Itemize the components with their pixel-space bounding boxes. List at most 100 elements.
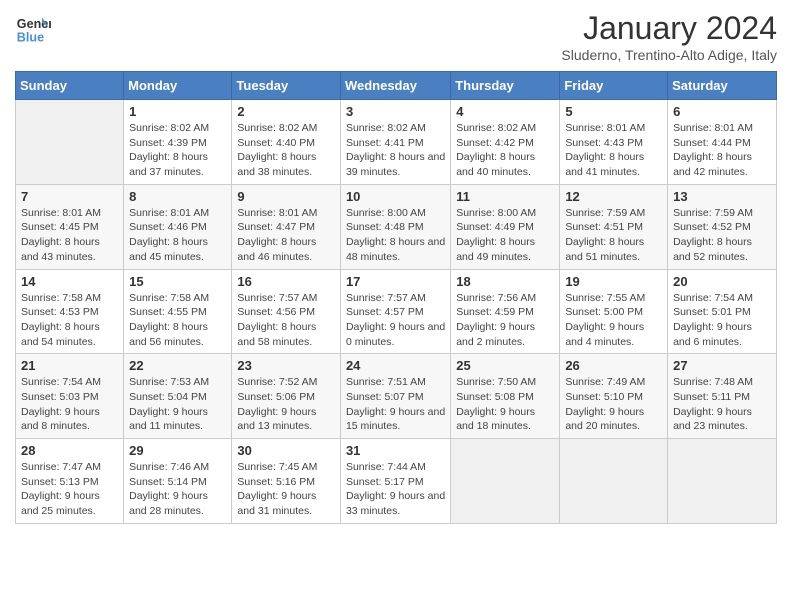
calendar-cell: 2 Sunrise: 8:02 AM Sunset: 4:40 PM Dayli… — [232, 100, 341, 185]
sunrise-text: Sunrise: 7:44 AM — [346, 461, 426, 473]
calendar-cell: 1 Sunrise: 8:02 AM Sunset: 4:39 PM Dayli… — [124, 100, 232, 185]
sunset-text: Sunset: 4:53 PM — [21, 306, 99, 318]
calendar-week-row: 14 Sunrise: 7:58 AM Sunset: 4:53 PM Dayl… — [16, 269, 777, 354]
day-number: 23 — [237, 358, 335, 373]
sunrise-text: Sunrise: 7:55 AM — [565, 292, 645, 304]
day-number: 27 — [673, 358, 771, 373]
daylight-text: Daylight: 8 hours and 58 minutes. — [237, 321, 316, 348]
day-info: Sunrise: 7:50 AM Sunset: 5:08 PM Dayligh… — [456, 375, 554, 434]
day-info: Sunrise: 7:54 AM Sunset: 5:01 PM Dayligh… — [673, 291, 771, 350]
weekday-header: Tuesday — [232, 72, 341, 100]
calendar-week-row: 1 Sunrise: 8:02 AM Sunset: 4:39 PM Dayli… — [16, 100, 777, 185]
sunrise-text: Sunrise: 7:57 AM — [346, 292, 426, 304]
day-info: Sunrise: 8:01 AM Sunset: 4:44 PM Dayligh… — [673, 121, 771, 180]
daylight-text: Daylight: 9 hours and 20 minutes. — [565, 406, 644, 433]
sunrise-text: Sunrise: 7:58 AM — [21, 292, 101, 304]
sunset-text: Sunset: 4:39 PM — [129, 137, 207, 149]
sunrise-text: Sunrise: 8:02 AM — [456, 122, 536, 134]
sunrise-text: Sunrise: 7:51 AM — [346, 376, 426, 388]
calendar-cell — [560, 439, 668, 524]
sunrise-text: Sunrise: 7:54 AM — [673, 292, 753, 304]
day-info: Sunrise: 8:02 AM Sunset: 4:40 PM Dayligh… — [237, 121, 335, 180]
sunrise-text: Sunrise: 7:53 AM — [129, 376, 209, 388]
sunset-text: Sunset: 4:59 PM — [456, 306, 534, 318]
sunrise-text: Sunrise: 8:01 AM — [237, 207, 317, 219]
calendar-cell: 31 Sunrise: 7:44 AM Sunset: 5:17 PM Dayl… — [340, 439, 450, 524]
calendar-cell — [16, 100, 124, 185]
sunrise-text: Sunrise: 7:57 AM — [237, 292, 317, 304]
sunset-text: Sunset: 5:03 PM — [21, 391, 99, 403]
calendar-cell: 10 Sunrise: 8:00 AM Sunset: 4:48 PM Dayl… — [340, 184, 450, 269]
calendar-cell: 5 Sunrise: 8:01 AM Sunset: 4:43 PM Dayli… — [560, 100, 668, 185]
sunrise-text: Sunrise: 7:46 AM — [129, 461, 209, 473]
day-number: 29 — [129, 443, 226, 458]
calendar-cell: 16 Sunrise: 7:57 AM Sunset: 4:56 PM Dayl… — [232, 269, 341, 354]
sunset-text: Sunset: 5:07 PM — [346, 391, 424, 403]
sunrise-text: Sunrise: 8:01 AM — [565, 122, 645, 134]
daylight-text: Daylight: 8 hours and 56 minutes. — [129, 321, 208, 348]
daylight-text: Daylight: 8 hours and 49 minutes. — [456, 236, 535, 263]
day-number: 3 — [346, 104, 445, 119]
daylight-text: Daylight: 9 hours and 23 minutes. — [673, 406, 752, 433]
day-number: 25 — [456, 358, 554, 373]
day-info: Sunrise: 8:01 AM Sunset: 4:47 PM Dayligh… — [237, 206, 335, 265]
calendar-cell: 19 Sunrise: 7:55 AM Sunset: 5:00 PM Dayl… — [560, 269, 668, 354]
sunrise-text: Sunrise: 7:47 AM — [21, 461, 101, 473]
logo-icon: General Blue — [15, 10, 51, 46]
logo: General Blue — [15, 10, 51, 46]
day-info: Sunrise: 8:00 AM Sunset: 4:49 PM Dayligh… — [456, 206, 554, 265]
sunrise-text: Sunrise: 8:00 AM — [346, 207, 426, 219]
month-title: January 2024 — [561, 10, 777, 47]
day-number: 28 — [21, 443, 118, 458]
sunrise-text: Sunrise: 7:49 AM — [565, 376, 645, 388]
weekday-header: Thursday — [451, 72, 560, 100]
day-number: 20 — [673, 274, 771, 289]
sunset-text: Sunset: 4:47 PM — [237, 221, 315, 233]
calendar-cell: 11 Sunrise: 8:00 AM Sunset: 4:49 PM Dayl… — [451, 184, 560, 269]
sunset-text: Sunset: 4:43 PM — [565, 137, 643, 149]
day-info: Sunrise: 7:57 AM Sunset: 4:57 PM Dayligh… — [346, 291, 445, 350]
calendar-cell: 28 Sunrise: 7:47 AM Sunset: 5:13 PM Dayl… — [16, 439, 124, 524]
calendar-cell: 20 Sunrise: 7:54 AM Sunset: 5:01 PM Dayl… — [668, 269, 777, 354]
day-info: Sunrise: 8:01 AM Sunset: 4:46 PM Dayligh… — [129, 206, 226, 265]
calendar-cell: 17 Sunrise: 7:57 AM Sunset: 4:57 PM Dayl… — [340, 269, 450, 354]
calendar-cell: 21 Sunrise: 7:54 AM Sunset: 5:03 PM Dayl… — [16, 354, 124, 439]
calendar-week-row: 21 Sunrise: 7:54 AM Sunset: 5:03 PM Dayl… — [16, 354, 777, 439]
sunset-text: Sunset: 4:56 PM — [237, 306, 315, 318]
sunset-text: Sunset: 4:49 PM — [456, 221, 534, 233]
calendar-cell: 27 Sunrise: 7:48 AM Sunset: 5:11 PM Dayl… — [668, 354, 777, 439]
sunrise-text: Sunrise: 7:48 AM — [673, 376, 753, 388]
daylight-text: Daylight: 9 hours and 4 minutes. — [565, 321, 644, 348]
day-info: Sunrise: 8:02 AM Sunset: 4:39 PM Dayligh… — [129, 121, 226, 180]
sunset-text: Sunset: 5:04 PM — [129, 391, 207, 403]
daylight-text: Daylight: 9 hours and 28 minutes. — [129, 490, 208, 517]
calendar-cell: 3 Sunrise: 8:02 AM Sunset: 4:41 PM Dayli… — [340, 100, 450, 185]
calendar-cell: 26 Sunrise: 7:49 AM Sunset: 5:10 PM Dayl… — [560, 354, 668, 439]
day-info: Sunrise: 7:51 AM Sunset: 5:07 PM Dayligh… — [346, 375, 445, 434]
sunset-text: Sunset: 4:46 PM — [129, 221, 207, 233]
calendar-cell — [668, 439, 777, 524]
calendar-cell: 6 Sunrise: 8:01 AM Sunset: 4:44 PM Dayli… — [668, 100, 777, 185]
sunset-text: Sunset: 4:52 PM — [673, 221, 751, 233]
day-number: 18 — [456, 274, 554, 289]
daylight-text: Daylight: 8 hours and 54 minutes. — [21, 321, 100, 348]
day-number: 6 — [673, 104, 771, 119]
day-number: 17 — [346, 274, 445, 289]
day-info: Sunrise: 7:56 AM Sunset: 4:59 PM Dayligh… — [456, 291, 554, 350]
day-info: Sunrise: 7:59 AM Sunset: 4:51 PM Dayligh… — [565, 206, 662, 265]
calendar-cell: 8 Sunrise: 8:01 AM Sunset: 4:46 PM Dayli… — [124, 184, 232, 269]
day-number: 10 — [346, 189, 445, 204]
day-info: Sunrise: 7:45 AM Sunset: 5:16 PM Dayligh… — [237, 460, 335, 519]
day-info: Sunrise: 7:47 AM Sunset: 5:13 PM Dayligh… — [21, 460, 118, 519]
daylight-text: Daylight: 8 hours and 39 minutes. — [346, 151, 445, 178]
daylight-text: Daylight: 8 hours and 46 minutes. — [237, 236, 316, 263]
sunset-text: Sunset: 5:11 PM — [673, 391, 750, 403]
daylight-text: Daylight: 8 hours and 48 minutes. — [346, 236, 445, 263]
day-number: 2 — [237, 104, 335, 119]
day-number: 24 — [346, 358, 445, 373]
daylight-text: Daylight: 9 hours and 15 minutes. — [346, 406, 445, 433]
sunrise-text: Sunrise: 8:01 AM — [129, 207, 209, 219]
calendar-cell: 22 Sunrise: 7:53 AM Sunset: 5:04 PM Dayl… — [124, 354, 232, 439]
day-info: Sunrise: 8:02 AM Sunset: 4:42 PM Dayligh… — [456, 121, 554, 180]
day-number: 15 — [129, 274, 226, 289]
